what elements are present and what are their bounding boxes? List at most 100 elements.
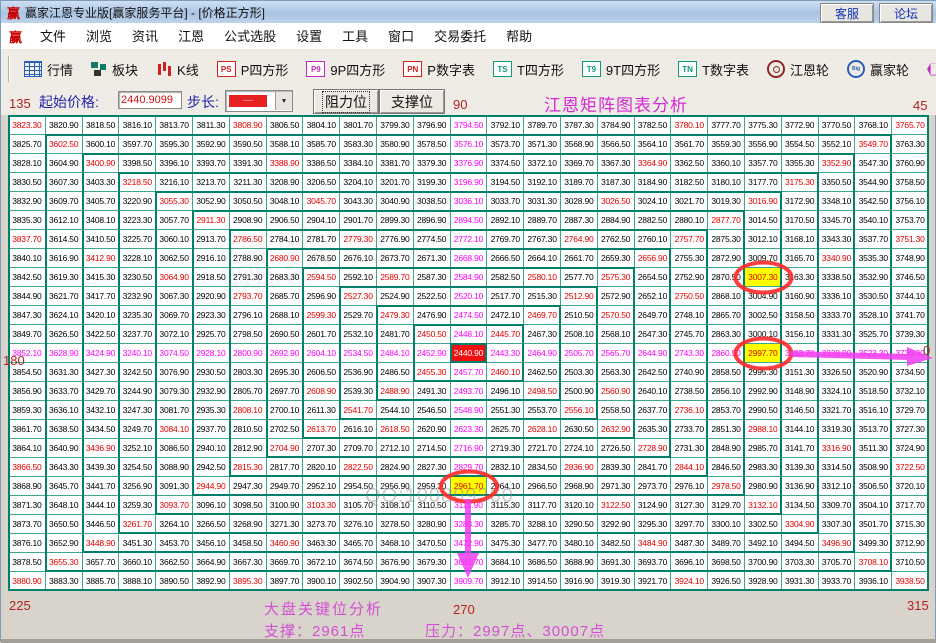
matrix-cell: 3734.50 xyxy=(892,363,929,382)
matrix-cell: 2822.50 xyxy=(340,458,377,477)
gann-wheel-icon xyxy=(767,60,785,78)
toolbar-item-T四方形[interactable]: TST四方形 xyxy=(484,54,573,84)
matrix-cell: 3451.30 xyxy=(119,534,156,553)
matrix-cell: 2736.10 xyxy=(671,401,708,420)
matrix-cell: 2484.10 xyxy=(377,344,414,363)
matrix-cell: 3444.10 xyxy=(83,496,120,515)
matrix-cell: 2740.90 xyxy=(671,363,708,382)
matrix-cell: 2599.30 xyxy=(303,306,340,325)
matrix-cell: 3804.10 xyxy=(303,116,340,135)
matrix-cell: 3859.30 xyxy=(9,401,46,420)
matrix-cell: 3391.30 xyxy=(230,154,267,173)
matrix-cell: 2455.30 xyxy=(414,363,451,382)
matrix-cell: 3120.10 xyxy=(561,496,598,515)
matrix-cell: 3686.50 xyxy=(524,553,561,572)
matrix-cell: 2596.90 xyxy=(303,287,340,306)
menu-item-公式选股[interactable]: 公式选股 xyxy=(214,26,286,47)
matrix-cell: 3079.30 xyxy=(156,382,193,401)
menu-item-设置[interactable]: 设置 xyxy=(286,26,332,47)
matrix-cell: 3009.70 xyxy=(745,249,782,268)
toolbar-item-赢家轮[interactable]: Big赢家轮 xyxy=(838,54,918,84)
matrix-cell: 2580.10 xyxy=(524,268,561,287)
matrix-cell: 2798.50 xyxy=(230,325,267,344)
support-button[interactable]: 支撑位 xyxy=(379,89,445,114)
matrix-cell: 3751.30 xyxy=(892,230,929,249)
toolbar-item-9P四方形[interactable]: P99P四方形 xyxy=(297,54,394,84)
matrix-cell: 2611.30 xyxy=(303,401,340,420)
toolbar-item-T数字表[interactable]: TNT数字表 xyxy=(669,54,758,84)
toolbar-item-六角形[interactable]: 六角形 xyxy=(918,54,936,84)
matrix-cell: 3333.70 xyxy=(819,306,856,325)
matrix-cell: 3477.70 xyxy=(524,534,561,553)
resistance-button[interactable]: 阻力位 xyxy=(313,89,379,114)
matrix-cell: 3561.70 xyxy=(671,135,708,154)
matrix-cell: 3554.50 xyxy=(782,135,819,154)
matrix-cell: 3696.10 xyxy=(671,553,708,572)
matrix-cell: 3228.10 xyxy=(119,249,156,268)
matrix-cell: 2964.10 xyxy=(487,477,524,496)
step-combobox[interactable]: — ▼ xyxy=(225,90,293,112)
matrix-cell: 2565.70 xyxy=(598,344,635,363)
matrix-cell: 3232.90 xyxy=(119,287,156,306)
matrix-cell: 2767.30 xyxy=(524,230,561,249)
matrix-cell: 3816.10 xyxy=(119,116,156,135)
menu-item-窗口[interactable]: 窗口 xyxy=(378,26,424,47)
chevron-down-icon[interactable]: ▼ xyxy=(275,92,292,110)
matrix-cell: 3338.50 xyxy=(819,268,856,287)
matrix-cell: 3688.90 xyxy=(561,553,598,572)
matrix-cell: 3357.70 xyxy=(745,154,782,173)
matrix-cell: 2908.90 xyxy=(230,211,267,230)
matrix-cell: 3525.70 xyxy=(855,325,892,344)
matrix-cell: 3888.10 xyxy=(119,572,156,591)
matrix-cell: 3448.90 xyxy=(83,534,120,553)
matrix-cell: 2774.50 xyxy=(414,230,451,249)
toolbar-item-板块[interactable]: 板块 xyxy=(82,54,147,84)
menu-item-资讯[interactable]: 资讯 xyxy=(122,26,168,47)
matrix-cell: 2548.90 xyxy=(451,401,488,420)
menu-item-帮助[interactable]: 帮助 xyxy=(496,26,542,47)
menu-item-文件[interactable]: 文件 xyxy=(30,26,76,47)
matrix-cell: 3614.50 xyxy=(46,230,83,249)
matrix-cell: 3880.90 xyxy=(9,572,46,591)
matrix-cell: 3576.10 xyxy=(451,135,488,154)
toolbar-item-9T四方形[interactable]: T99T四方形 xyxy=(573,54,669,84)
matrix-cell: 3916.90 xyxy=(561,572,598,591)
matrix-cell: 2755.30 xyxy=(671,249,708,268)
matrix-cell: 2479.30 xyxy=(377,306,414,325)
start-price-input[interactable] xyxy=(118,91,182,109)
matrix-cell: 3573.70 xyxy=(487,135,524,154)
matrix-cell: 3590.50 xyxy=(230,135,267,154)
toolbar-item-P数字表[interactable]: PNP数字表 xyxy=(394,54,484,84)
matrix-cell: 2875.30 xyxy=(708,230,745,249)
matrix-cell: 2808.10 xyxy=(230,401,267,420)
menu-item-工具[interactable]: 工具 xyxy=(332,26,378,47)
matrix-cell: 2762.50 xyxy=(598,230,635,249)
matrix-cell: 2796.10 xyxy=(230,306,267,325)
matrix-cell: 2704.90 xyxy=(267,439,304,458)
toolbar-label: K线 xyxy=(177,60,199,79)
toolbar-item-K线[interactable]: K线 xyxy=(147,54,208,84)
winner-wheel-icon: Big xyxy=(847,60,865,78)
matrix-cell: 2985.70 xyxy=(745,439,782,458)
service-button[interactable]: 客服 xyxy=(820,3,874,23)
matrix-cell: 3753.70 xyxy=(892,211,929,230)
menu-item-江恩[interactable]: 江恩 xyxy=(168,26,214,47)
matrix-cell: 3364.90 xyxy=(635,154,672,173)
matrix-cell: 2719.30 xyxy=(487,439,524,458)
matrix-cell: 3052.90 xyxy=(193,192,230,211)
matrix-cell: 3434.50 xyxy=(83,420,120,439)
matrix-cell: 3806.50 xyxy=(267,116,304,135)
matrix-cell: 3679.30 xyxy=(414,553,451,572)
menu-item-浏览[interactable]: 浏览 xyxy=(76,26,122,47)
forum-button[interactable]: 论坛 xyxy=(879,3,933,23)
matrix-cell: 3832.90 xyxy=(9,192,46,211)
matrix-cell: 3938.50 xyxy=(892,572,929,591)
toolbar-item-江恩轮[interactable]: 江恩轮 xyxy=(758,54,838,84)
matrix-cell: 3259.30 xyxy=(119,496,156,515)
matrix-cell: 3297.70 xyxy=(671,515,708,534)
menu-item-交易委托[interactable]: 交易委托 xyxy=(424,26,496,47)
matrix-cell: 3264.10 xyxy=(156,515,193,534)
toolbar-item-行情[interactable]: 行情 xyxy=(15,54,82,84)
matrix-cell: 3883.30 xyxy=(46,572,83,591)
toolbar-item-P四方形[interactable]: PSP四方形 xyxy=(208,54,298,84)
